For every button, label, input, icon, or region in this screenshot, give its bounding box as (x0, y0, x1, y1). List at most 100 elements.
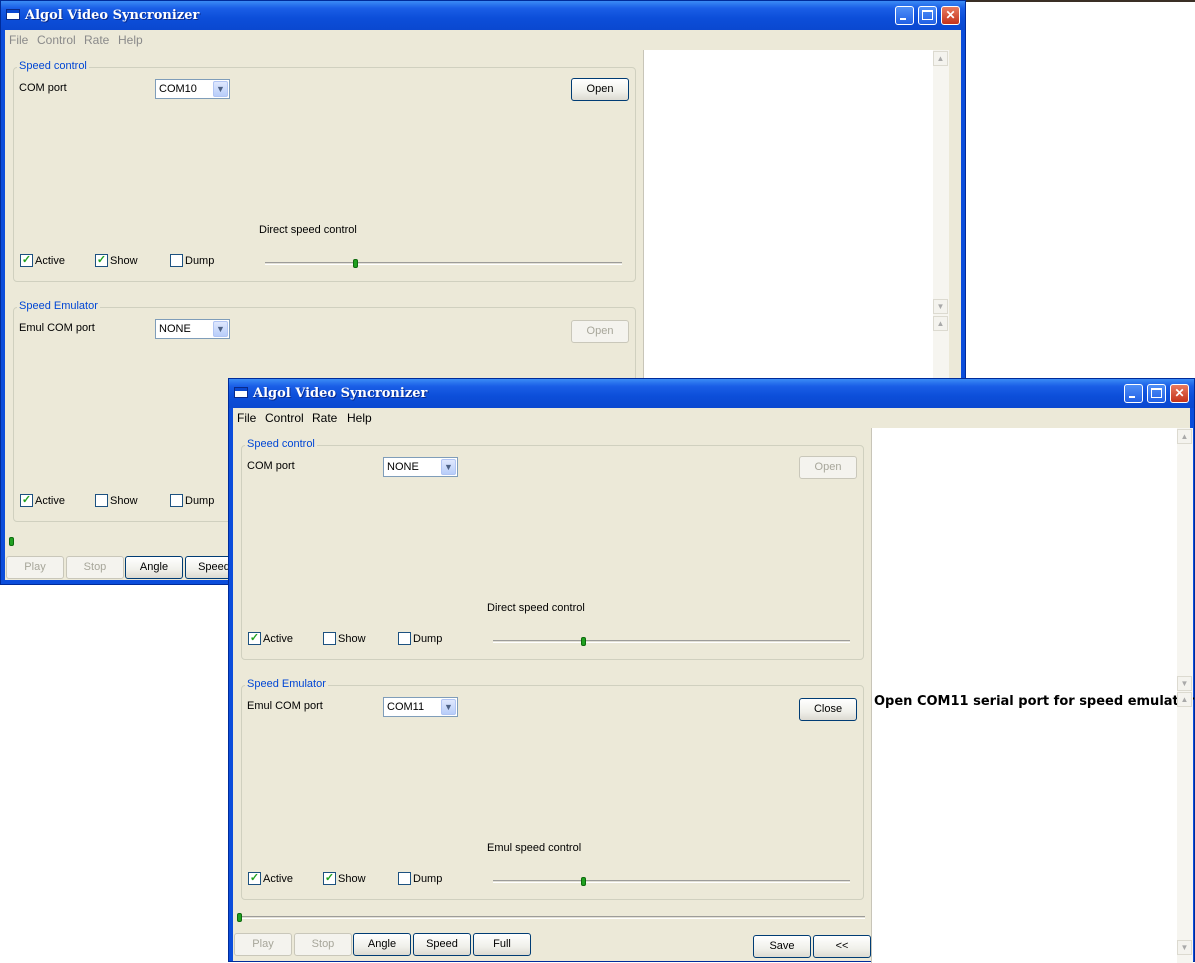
open-button[interactable]: Open (571, 320, 629, 343)
collapse-button[interactable]: << (813, 935, 871, 958)
active-checkbox[interactable]: ✓ (20, 254, 33, 267)
active-label: Active (263, 633, 293, 645)
emul-com-port-select[interactable]: COM11 ▼ (383, 697, 458, 717)
com-port-value: NONE (387, 461, 419, 473)
direct-speed-slider[interactable] (265, 262, 622, 265)
active-label: Active (35, 255, 65, 267)
chevron-down-icon[interactable]: ▼ (213, 81, 228, 97)
group-title: Speed control (245, 438, 317, 450)
com-port-value: COM10 (159, 83, 197, 95)
scroll-up-icon[interactable]: ▲ (1177, 429, 1192, 444)
position-slider[interactable] (239, 916, 865, 919)
dump-checkbox[interactable] (398, 872, 411, 885)
emul-com-port-value: NONE (159, 323, 191, 335)
menu-rate[interactable]: Rate (312, 411, 337, 425)
maximize-button[interactable] (1147, 384, 1166, 403)
window-client: File Control Rate Help Open COM11 serial… (233, 408, 1195, 963)
menu-control[interactable]: Control (37, 33, 76, 47)
group-title: Speed Emulator (17, 300, 100, 312)
vertical-scrollbar-2[interactable]: ▲ (933, 316, 949, 386)
active-checkbox[interactable]: ✓ (248, 632, 261, 645)
stop-button[interactable]: Stop (66, 556, 124, 579)
play-button[interactable]: Play (234, 933, 292, 956)
dump-checkbox[interactable] (170, 494, 183, 507)
dump-label: Dump (185, 495, 215, 507)
scroll-up-icon[interactable]: ▲ (933, 51, 948, 66)
show-checkbox[interactable] (95, 494, 108, 507)
close-window-button[interactable]: ✕ (941, 6, 960, 25)
direct-speed-label: Direct speed control (487, 602, 585, 614)
window-title: Algol Video Syncronizer (253, 386, 428, 401)
title-bar[interactable]: Algol Video Syncronizer ✕ (1, 1, 965, 30)
emul-com-port-label: Emul COM port (19, 322, 95, 334)
position-slider-thumb[interactable] (237, 913, 242, 922)
speed-control-group: Speed control COM port COM10 ▼ Open Dire… (13, 60, 636, 282)
minimize-button[interactable] (895, 6, 914, 25)
com-port-label: COM port (19, 82, 67, 94)
close-window-button[interactable]: ✕ (1170, 384, 1189, 403)
close-button[interactable]: Close (799, 698, 857, 721)
title-bar[interactable]: Algol Video Syncronizer ✕ (229, 379, 1194, 408)
emul-speed-label: Emul speed control (487, 842, 582, 854)
show-checkbox[interactable]: ✓ (95, 254, 108, 267)
maximize-button[interactable] (918, 6, 937, 25)
chevron-down-icon[interactable]: ▼ (213, 321, 228, 337)
active-label: Active (263, 873, 293, 885)
menu-file[interactable]: File (237, 411, 256, 425)
group-title: Speed control (17, 60, 89, 72)
scroll-up-icon[interactable]: ▲ (933, 316, 948, 331)
com-port-select[interactable]: COM10 ▼ (155, 79, 230, 99)
status-note: Open COM11 serial port for speed emulato… (874, 694, 1195, 709)
emul-speed-slider[interactable] (493, 880, 850, 883)
save-button[interactable]: Save (753, 935, 811, 958)
speed-control-group: Speed control COM port NONE ▼ Open Direc… (241, 438, 864, 660)
emul-com-port-value: COM11 (387, 701, 425, 713)
show-label: Show (110, 495, 138, 507)
vertical-scrollbar[interactable]: ▲ ▼ ▲ ▼ (1177, 428, 1193, 963)
scroll-down-icon[interactable]: ▼ (1177, 676, 1192, 691)
slider-thumb[interactable] (581, 877, 586, 886)
menu-control[interactable]: Control (265, 411, 304, 425)
full-button[interactable]: Full (473, 933, 531, 956)
show-checkbox[interactable] (323, 632, 336, 645)
vertical-scrollbar[interactable]: ▲ ▼ (933, 50, 949, 325)
angle-button[interactable]: Angle (353, 933, 411, 956)
menu-help[interactable]: Help (347, 411, 372, 425)
slider-thumb[interactable] (353, 259, 358, 268)
emul-com-port-label: Emul COM port (247, 700, 323, 712)
slider-thumb[interactable] (581, 637, 586, 646)
output-panel: Open COM11 serial port for speed emulato… (871, 428, 1195, 963)
dump-checkbox[interactable] (170, 254, 183, 267)
play-button[interactable]: Play (6, 556, 64, 579)
show-label: Show (338, 633, 366, 645)
position-slider-thumb[interactable] (9, 537, 14, 546)
scroll-down-icon[interactable]: ▼ (1177, 940, 1192, 955)
minimize-button[interactable] (1124, 384, 1143, 403)
menu-help[interactable]: Help (118, 33, 143, 47)
show-label: Show (110, 255, 138, 267)
dump-label: Dump (185, 255, 215, 267)
scroll-down-icon[interactable]: ▼ (933, 299, 948, 314)
emul-com-port-select[interactable]: NONE ▼ (155, 319, 230, 339)
open-button[interactable]: Open (571, 78, 629, 101)
menu-rate[interactable]: Rate (84, 33, 109, 47)
chevron-down-icon[interactable]: ▼ (441, 699, 456, 715)
active-checkbox[interactable]: ✓ (248, 872, 261, 885)
open-button[interactable]: Open (799, 456, 857, 479)
speed-emulator-group: Speed Emulator Emul COM port COM11 ▼ Clo… (241, 678, 864, 900)
angle-button[interactable]: Angle (125, 556, 183, 579)
menu-file[interactable]: File (9, 33, 28, 47)
window-title: Algol Video Syncronizer (25, 8, 200, 23)
stop-button[interactable]: Stop (294, 933, 352, 956)
active-checkbox[interactable]: ✓ (20, 494, 33, 507)
direct-speed-slider[interactable] (493, 640, 850, 643)
com-port-select[interactable]: NONE ▼ (383, 457, 458, 477)
show-label: Show (338, 873, 366, 885)
scroll-up-icon[interactable]: ▲ (1177, 692, 1192, 707)
front-window: Algol Video Syncronizer ✕ File Control R… (228, 378, 1195, 963)
speed-button[interactable]: Speed (413, 933, 471, 956)
show-checkbox[interactable]: ✓ (323, 872, 336, 885)
chevron-down-icon[interactable]: ▼ (441, 459, 456, 475)
dump-checkbox[interactable] (398, 632, 411, 645)
window-icon (6, 9, 20, 20)
